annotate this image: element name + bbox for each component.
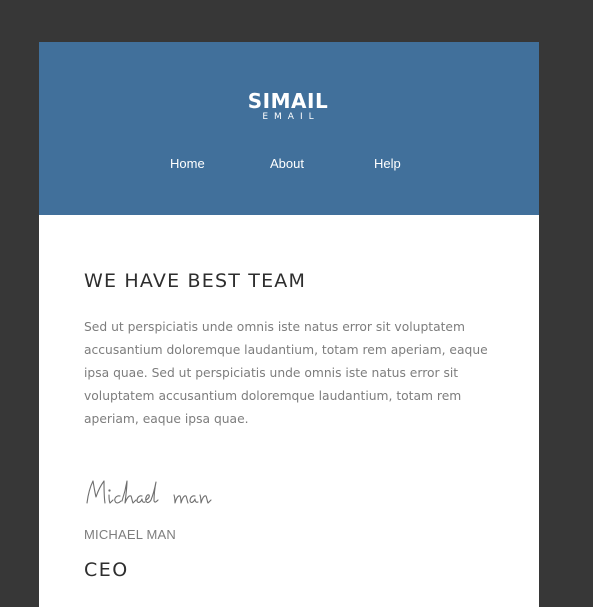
nav-link-about[interactable]: About (270, 155, 304, 173)
signer-title: CEO (84, 559, 129, 581)
body-paragraph: Sed ut perspiciatis unde omnis iste natu… (84, 320, 488, 426)
nav-link-help[interactable]: Help (374, 155, 401, 173)
signature-image (86, 480, 212, 504)
email-card: SIMAIL EMAIL Home About Help WE HAVE BES… (39, 42, 539, 607)
email-header: SIMAIL EMAIL Home About Help (39, 42, 539, 215)
logo-sub-text: EMAIL (262, 112, 320, 122)
logo[interactable]: SIMAIL EMAIL (39, 90, 539, 122)
signer-name: MICHAEL MAN (84, 527, 177, 542)
section-heading: WE HAVE BEST TEAM (84, 270, 307, 292)
nav-link-home[interactable]: Home (170, 155, 205, 173)
page-background: SIMAIL EMAIL Home About Help WE HAVE BES… (0, 0, 593, 607)
main-nav: Home About Help (39, 155, 539, 173)
logo-main-text: SIMAIL (247, 89, 329, 113)
